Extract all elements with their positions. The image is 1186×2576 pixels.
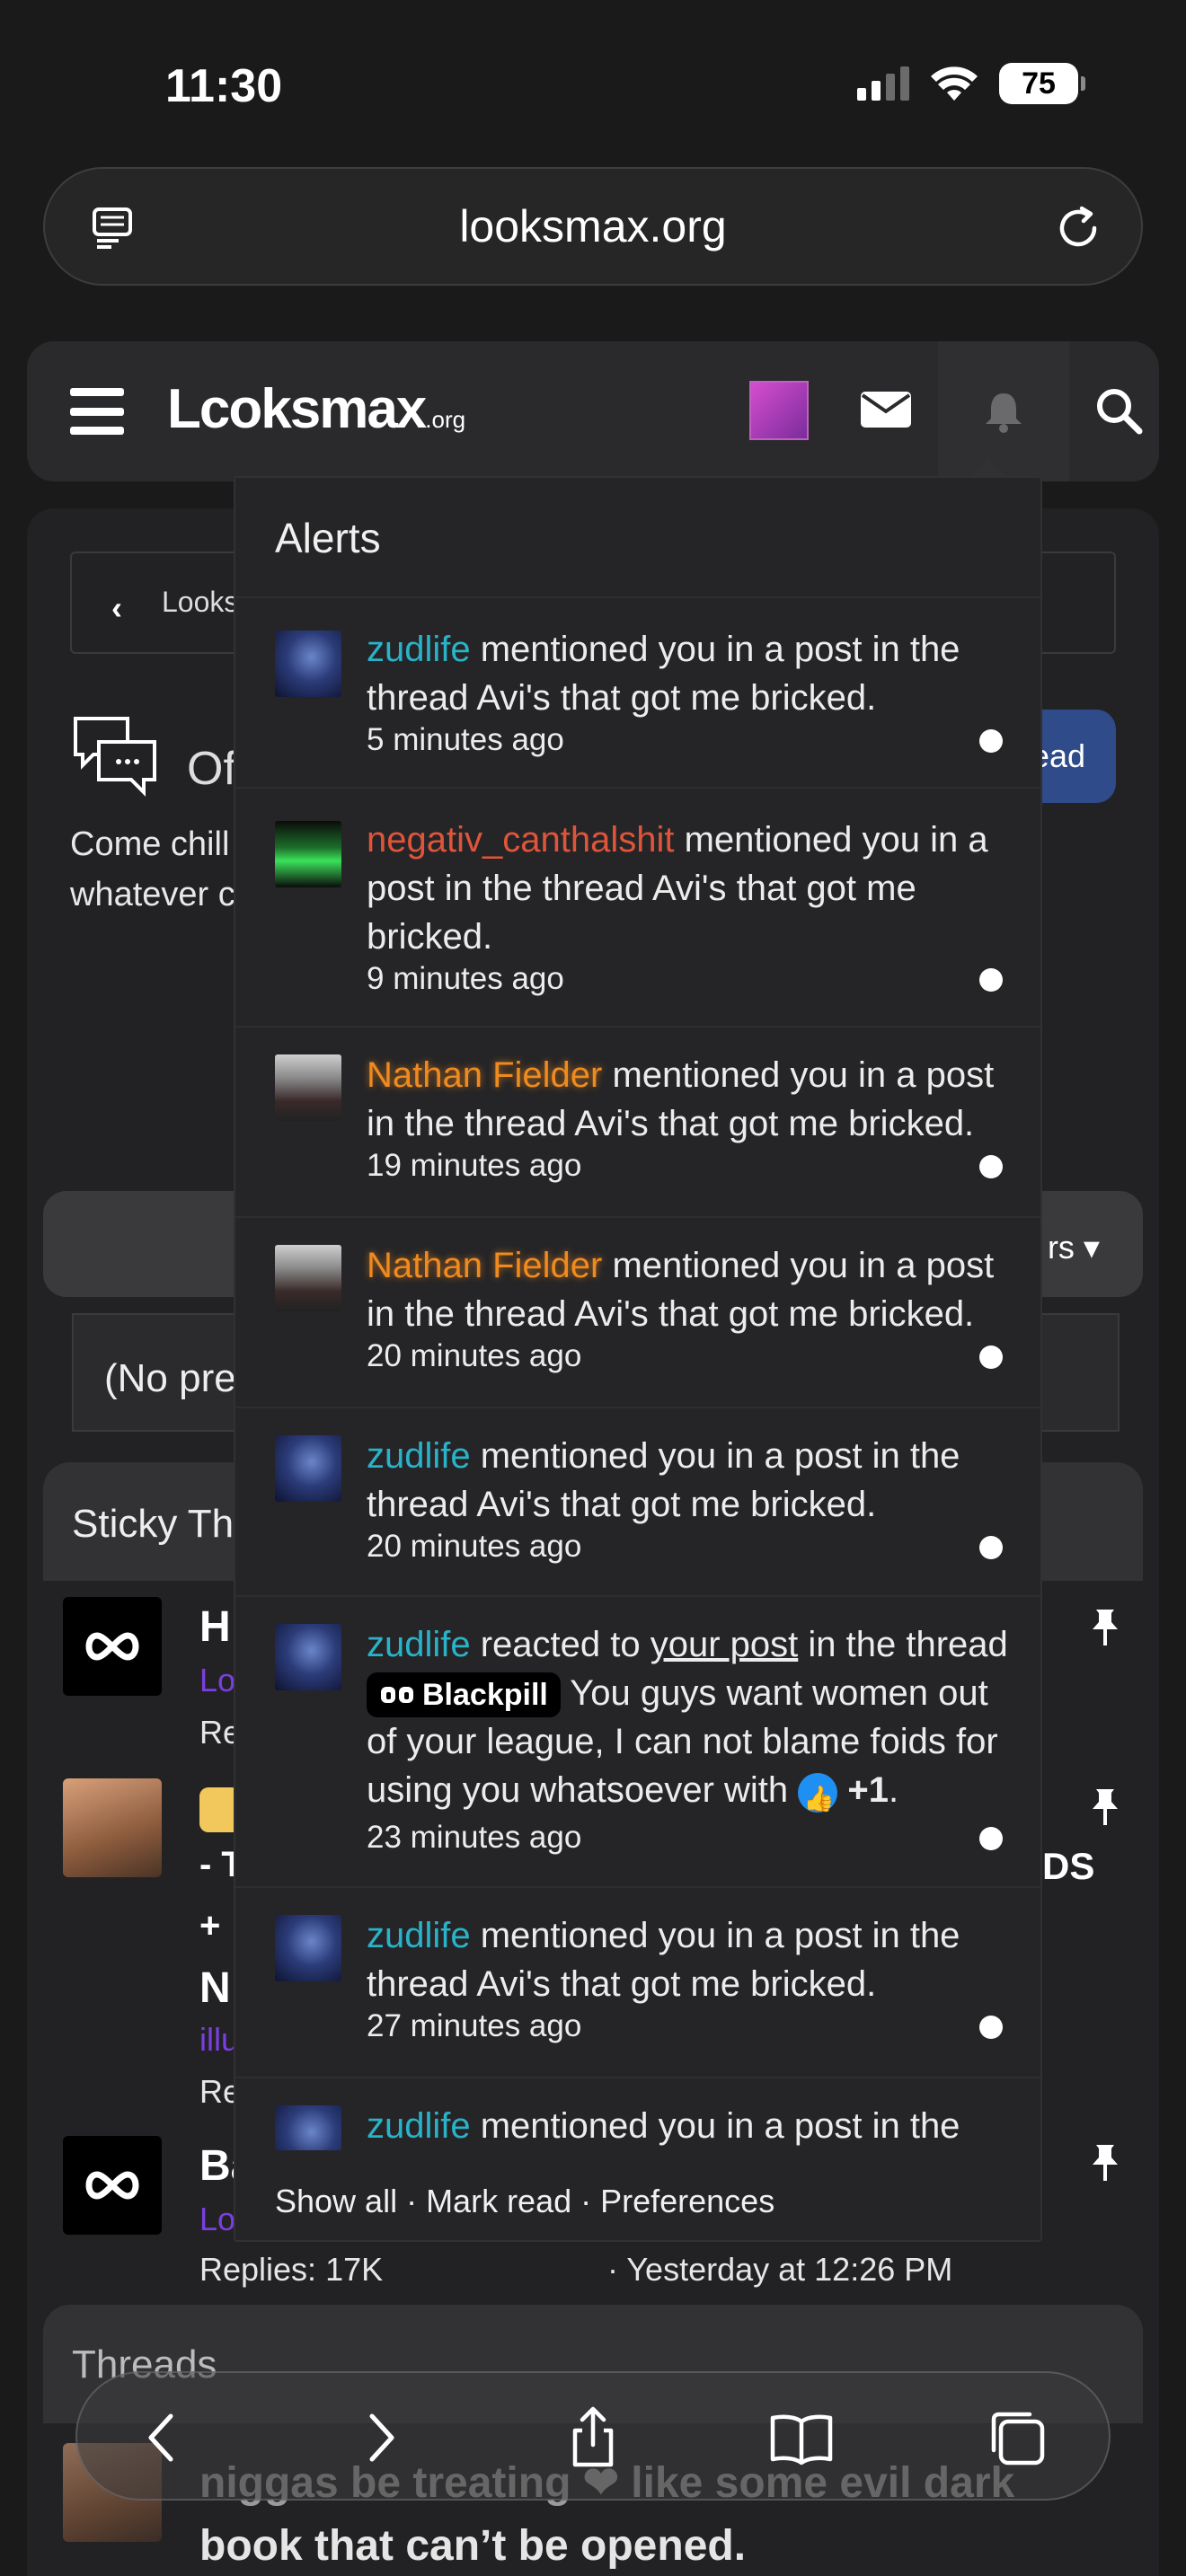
avatar[interactable]	[275, 1624, 341, 1690]
alerts-caret	[970, 460, 1006, 478]
alert-username[interactable]: zudlife	[367, 630, 471, 669]
unread-dot[interactable]	[979, 968, 1003, 992]
hamburger-menu-icon[interactable]	[70, 388, 124, 435]
filters-label: rs ▾	[1047, 1229, 1100, 1266]
pin-icon	[1093, 1789, 1118, 1825]
pin-icon	[1093, 2145, 1118, 2181]
mail-icon[interactable]	[861, 392, 911, 428]
alert-item[interactable]: zudlife reacted to your post in the thre…	[235, 1595, 1040, 1886]
forum-chat-icon	[74, 717, 156, 797]
alert-message: reacted to	[470, 1625, 651, 1664]
alert-message: in the thread	[798, 1625, 1008, 1664]
avatar[interactable]	[275, 1435, 341, 1502]
status-icons: 75	[857, 63, 1085, 104]
forward-icon[interactable]	[347, 2405, 412, 2470]
prefix-label: Blackpill	[422, 1678, 548, 1713]
alert-time: 27 minutes ago	[367, 2008, 582, 2043]
alert-time: 20 minutes ago	[367, 1338, 582, 1373]
thread-replies: Replies: 17K	[199, 2251, 384, 2288]
battery-indicator: 75	[999, 63, 1085, 104]
url-bar[interactable]: looksmax.org	[43, 167, 1143, 286]
avatar[interactable]	[275, 821, 341, 887]
unread-dot[interactable]	[979, 1345, 1003, 1369]
unread-dot[interactable]	[979, 1827, 1003, 1850]
alert-item[interactable]: zudlife mentioned you in a post in the t…	[235, 596, 1040, 787]
alert-time: 20 minutes ago	[367, 1529, 582, 1564]
unread-dot[interactable]	[979, 2016, 1003, 2039]
unread-dot[interactable]	[979, 729, 1003, 753]
forum-title: Of	[187, 743, 236, 795]
reload-icon[interactable]	[1055, 205, 1102, 251]
bell-icon[interactable]	[983, 390, 1024, 433]
alert-time: 9 minutes ago	[367, 961, 564, 996]
url-text[interactable]: looksmax.org	[459, 200, 726, 252]
unread-dot[interactable]	[979, 1155, 1003, 1178]
alerts-footer-links[interactable]: Show all · Mark read · Preferences	[275, 2183, 774, 2220]
thread-avatar[interactable]	[63, 2136, 162, 2235]
cellular-signal-icon	[857, 66, 909, 101]
alert-time: 19 minutes ago	[367, 1148, 582, 1183]
avatar[interactable]	[275, 1915, 341, 1981]
alerts-title: Alerts	[275, 515, 381, 561]
alert-item[interactable]: zudlife mentioned you in a post in the t…	[235, 1407, 1040, 1595]
alert-username[interactable]: zudlife	[367, 1436, 471, 1476]
wifi-icon	[931, 66, 978, 101]
alert-time: 5 minutes ago	[367, 722, 564, 757]
status-time: 11:30	[165, 60, 283, 112]
your-post-link[interactable]: your post	[651, 1625, 799, 1664]
avatar[interactable]	[275, 1054, 341, 1121]
alert-item[interactable]: negativ_canthalshit mentioned you in a p…	[235, 787, 1040, 1026]
alert-username[interactable]: Nathan Fielder	[367, 1246, 602, 1285]
thread-title[interactable]: H	[199, 1602, 231, 1652]
infinity-logo-icon	[85, 1632, 139, 1661]
thread-last-post[interactable]: · Yesterday at 12:26 PM	[607, 2251, 952, 2289]
logo-text: Lcoksmax	[167, 378, 427, 440]
alert-message: mentioned you in a post in the	[470, 2106, 960, 2146]
alert-item[interactable]: zudlife mentioned you in a post in the t…	[235, 1886, 1040, 2077]
site-logo[interactable]: Lcoksmax.org	[167, 377, 465, 441]
alerts-footer: Show all · Mark read · Preferences	[235, 2150, 1040, 2240]
alert-message-end: .	[889, 1770, 899, 1811]
page-menu-icon[interactable]	[92, 207, 133, 250]
alert-username[interactable]: zudlife	[367, 1916, 471, 1955]
pin-icon	[1093, 1610, 1118, 1645]
thread-title-line: book that can’t be opened.	[199, 2522, 747, 2570]
back-icon[interactable]	[131, 2405, 196, 2470]
alert-item[interactable]: Nathan Fielder mentioned you in a post i…	[235, 1216, 1040, 1407]
reaction-label: +1	[847, 1770, 889, 1811]
alert-username[interactable]: Nathan Fielder	[367, 1055, 602, 1095]
unread-dot[interactable]	[979, 1536, 1003, 1559]
alerts-dropdown: Alerts zudlife mentioned you in a post i…	[234, 476, 1042, 2242]
thread-avatar[interactable]	[63, 1778, 162, 1877]
breadcrumb-label[interactable]: Looks	[162, 586, 238, 619]
goggles-icon	[381, 1687, 413, 1704]
avatar[interactable]	[275, 1245, 341, 1311]
thread-avatar[interactable]	[63, 1597, 162, 1696]
user-avatar[interactable]	[749, 381, 809, 440]
like-reaction-icon	[798, 1772, 838, 1823]
blackpill-prefix-badge: Blackpill	[367, 1672, 561, 1718]
thread-title-tail[interactable]: DS	[1042, 1845, 1094, 1888]
avatar[interactable]	[275, 631, 341, 697]
alert-item[interactable]: Nathan Fielder mentioned you in a post i…	[235, 1026, 1040, 1216]
thread-title-line[interactable]: +	[199, 1906, 220, 1946]
alert-username[interactable]: zudlife	[367, 2106, 471, 2146]
bookmarks-icon[interactable]	[769, 2405, 834, 2470]
thread-author[interactable]: Lo	[199, 1662, 235, 1699]
alert-time: 23 minutes ago	[367, 1820, 582, 1855]
share-icon[interactable]	[561, 2405, 625, 2470]
prefix-filter-label: (No pre	[104, 1356, 236, 1400]
battery-level: 75	[1022, 66, 1056, 101]
search-icon[interactable]	[1094, 386, 1143, 435]
browser-toolbar	[75, 2371, 1111, 2501]
infinity-logo-icon	[85, 2171, 139, 2200]
tabs-icon[interactable]	[985, 2405, 1049, 2470]
sticky-heading-label: Sticky Th	[72, 1502, 235, 1546]
chevron-left-icon: ‹	[111, 589, 122, 626]
thread-title-line[interactable]: N	[199, 1963, 231, 2013]
logo-suffix: .org	[425, 406, 466, 433]
alert-username[interactable]: zudlife	[367, 1625, 471, 1664]
thread-author[interactable]: Lo	[199, 2201, 235, 2238]
alert-username[interactable]: negativ_canthalshit	[367, 820, 674, 860]
